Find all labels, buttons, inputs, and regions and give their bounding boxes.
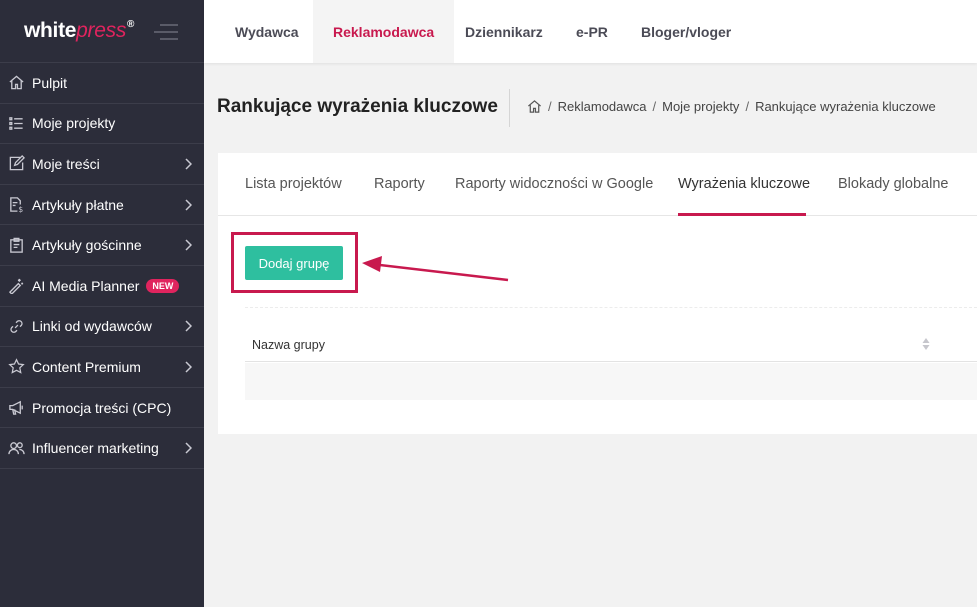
tab-blokady-globalne[interactable]: Blokady globalne [838, 176, 948, 192]
sidebar-item-moje-projekty[interactable]: Moje projekty [0, 104, 204, 145]
breadcrumb-moje-projekty[interactable]: Moje projekty [662, 99, 739, 114]
sidebar-item-label: Moje projekty [32, 115, 116, 132]
edit-icon [7, 155, 25, 173]
add-group-button[interactable]: Dodaj grupę [245, 246, 343, 280]
tab-raporty-widocznosci[interactable]: Raporty widoczności w Google [455, 176, 653, 192]
tab-raporty[interactable]: Raporty [374, 176, 425, 192]
sidebar-item-promocja-tresci[interactable]: Promocja treści (CPC) [0, 388, 204, 429]
chevron-right-icon [185, 442, 192, 454]
home-icon [7, 74, 25, 92]
logo-press: press [76, 19, 127, 42]
link-icon [7, 317, 25, 335]
content-card: Lista projektów Raporty Raporty widoczno… [218, 153, 977, 434]
star-icon [7, 358, 25, 376]
logo-registered: ® [127, 19, 135, 30]
new-badge: NEW [146, 278, 180, 293]
active-tab-indicator [678, 213, 806, 216]
sidebar-item-label: AI Media Planner [32, 277, 140, 294]
sidebar-item-moje-tresci[interactable]: Moje treści [0, 144, 204, 185]
chevron-right-icon [185, 158, 192, 170]
top-tab-e-pr[interactable]: e-PR [576, 0, 608, 63]
sidebar-item-artykuly-goscinne[interactable]: Artykuły gościnne [0, 225, 204, 266]
clipboard-icon [7, 236, 25, 254]
breadcrumb-separator: / [745, 99, 750, 114]
sidebar-item-linki-od-wydawcow[interactable]: Linki od wydawców [0, 307, 204, 348]
list-icon [7, 114, 25, 132]
brand: whitepress® [0, 0, 204, 63]
annotation-arrow-icon [362, 256, 509, 282]
table-empty-row [245, 363, 977, 400]
magic-wand-icon [7, 277, 25, 295]
top-tab-reklamodawca[interactable]: Reklamodawca [313, 0, 455, 63]
sidebar-item-label: Promocja treści (CPC) [32, 399, 172, 416]
sidebar-item-label: Linki od wydawców [32, 318, 152, 335]
sidebar: whitepress® Pulpit Moje projekty Moje tr… [0, 0, 204, 607]
sidebar-item-label: Moje treści [32, 155, 100, 172]
tab-wyrazenia-kluczowe[interactable]: Wyrażenia kluczowe [678, 176, 810, 192]
sidebar-nav: Pulpit Moje projekty Moje treści $ Artyk… [0, 63, 204, 469]
page-title: Rankujące wyrażenia kluczowe [217, 96, 498, 117]
breadcrumb-separator: / [652, 99, 657, 114]
menu-toggle-icon[interactable] [154, 24, 178, 40]
top-tab-dziennikarz[interactable]: Dziennikarz [465, 0, 543, 63]
users-icon [7, 439, 25, 457]
sidebar-item-pulpit[interactable]: Pulpit [0, 63, 204, 104]
breadcrumb-reklamodawca[interactable]: Reklamodawca [558, 99, 647, 114]
column-header-nazwa-grupy[interactable]: Nazwa grupy [252, 338, 325, 352]
sidebar-item-label: Artykuły płatne [32, 196, 124, 213]
top-tab-bloger-vloger[interactable]: Bloger/vloger [641, 0, 731, 63]
logo-white: white [24, 19, 77, 42]
sort-icon[interactable] [922, 337, 930, 351]
sidebar-item-artykuly-platne[interactable]: $ Artykuły płatne [0, 185, 204, 226]
home-icon[interactable] [527, 99, 542, 114]
sidebar-item-label: Artykuły gościnne [32, 237, 142, 254]
svg-text:$: $ [18, 205, 23, 213]
header-divider [509, 89, 510, 127]
chevron-right-icon [185, 320, 192, 332]
divider [245, 307, 977, 308]
table-header: Nazwa grupy [245, 328, 977, 362]
tab-lista-projektow[interactable]: Lista projektów [245, 176, 342, 192]
breadcrumb-current: Rankujące wyrażenia kluczowe [755, 99, 936, 114]
sidebar-item-ai-media-planner[interactable]: AI Media Planner NEW [0, 266, 204, 307]
megaphone-icon [7, 399, 25, 417]
chevron-right-icon [185, 199, 192, 211]
chevron-right-icon [185, 361, 192, 373]
sidebar-item-label: Content Premium [32, 358, 141, 375]
sidebar-item-content-premium[interactable]: Content Premium [0, 347, 204, 388]
sidebar-item-label: Pulpit [32, 74, 68, 91]
breadcrumb: / Reklamodawca / Moje projekty / Rankują… [527, 99, 936, 114]
chevron-right-icon [185, 239, 192, 251]
sidebar-item-influencer-marketing[interactable]: Influencer marketing [0, 428, 204, 469]
project-tabs: Lista projektów Raporty Raporty widoczno… [218, 153, 977, 216]
top-tab-wydawca[interactable]: Wydawca [235, 0, 299, 63]
breadcrumb-separator: / [548, 99, 552, 114]
paid-article-icon: $ [7, 196, 25, 214]
sidebar-item-label: Influencer marketing [32, 440, 159, 457]
logo[interactable]: whitepress® [24, 19, 134, 43]
top-nav: Wydawca Reklamodawca Dziennikarz e-PR Bl… [204, 0, 977, 63]
